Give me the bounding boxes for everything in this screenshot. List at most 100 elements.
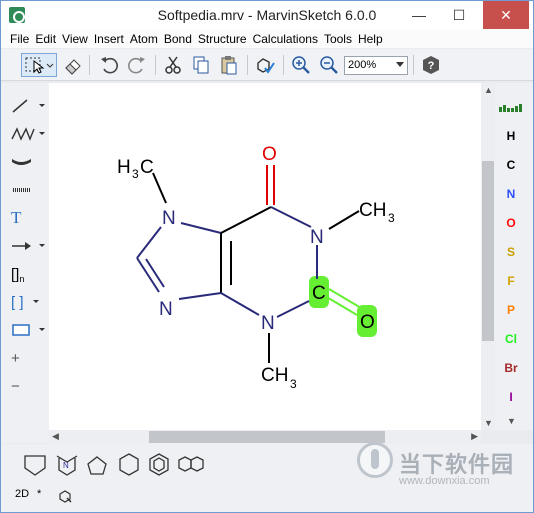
atom-i-button[interactable]: I (495, 390, 527, 404)
atom-c-button[interactable]: C (495, 158, 527, 172)
undo-icon (101, 57, 118, 74)
methyl-right-label: CH (359, 200, 386, 221)
scroll-down-icon[interactable]: ▼ (484, 418, 493, 428)
hashed-bond-tool[interactable] (11, 179, 45, 201)
eraser-icon (65, 59, 81, 75)
menu-atom[interactable]: Atom (130, 32, 158, 46)
atom-o-button[interactable]: O (495, 216, 527, 230)
wedge-bond-icon (12, 159, 31, 165)
watermark-logo (357, 442, 393, 478)
single-bond-icon (12, 99, 45, 113)
arrow-tool[interactable] (11, 235, 45, 257)
menu-view[interactable]: View (62, 32, 88, 46)
cyclopentane-icon[interactable] (87, 456, 107, 475)
help-button[interactable]: ? (419, 53, 443, 77)
menu-structure[interactable]: Structure (198, 32, 247, 46)
menu-file[interactable]: File (10, 32, 29, 46)
text-tool[interactable]: T (11, 207, 45, 229)
methyl-top-h: H (117, 157, 131, 178)
zoom-level-select[interactable]: 200% (344, 56, 408, 75)
menu-bar: File Edit View Insert Atom Bond Structur… (1, 29, 533, 48)
clean-structure-button[interactable] (253, 53, 277, 77)
chain-tool[interactable] (11, 123, 45, 145)
watermark-url: www.downxia.com (399, 475, 490, 487)
n9-label: N (159, 299, 173, 320)
copy-button[interactable] (189, 53, 213, 77)
decrease-charge-button[interactable]: − (11, 375, 45, 397)
bracket-tool[interactable]: [ ] (11, 291, 45, 313)
single-bond-tool[interactable] (11, 95, 45, 117)
drawing-canvas[interactable]: H 3 C O N N CH 3 N N C O CH 3 (49, 83, 481, 430)
vertical-scrollbar[interactable]: ▲ ▼ (481, 83, 495, 430)
o2-label: O (360, 312, 375, 333)
clean-icon (257, 58, 275, 74)
oxygen-top-label: O (262, 144, 277, 165)
atom-p-button[interactable]: P (495, 303, 527, 317)
increase-charge-button[interactable]: + (11, 347, 45, 369)
eraser-button[interactable] (61, 53, 85, 77)
status-bar: 2D * (1, 484, 533, 512)
atom-s-button[interactable]: S (495, 245, 527, 259)
redo-button[interactable] (125, 53, 149, 77)
atom-h-button[interactable]: H (495, 129, 527, 143)
horizontal-scroll-thumb[interactable] (149, 431, 385, 443)
methyl-top-c: C (140, 157, 154, 178)
cut-button[interactable] (161, 53, 185, 77)
ring-bond-tool[interactable] (11, 151, 45, 173)
zoom-out-button[interactable] (317, 53, 341, 77)
cut-icon (165, 56, 181, 74)
close-button[interactable]: ✕ (483, 1, 529, 29)
rectangle-tool[interactable] (11, 319, 45, 341)
chain-icon (11, 127, 45, 141)
chevron-down-icon (32, 300, 39, 303)
c2-label: C (312, 283, 326, 304)
vertical-scroll-thumb[interactable] (482, 161, 494, 341)
svg-text:N: N (63, 461, 69, 470)
template-shape-icon[interactable] (24, 455, 46, 476)
zoom-in-button[interactable] (289, 53, 313, 77)
paste-icon (221, 56, 237, 75)
paste-button[interactable] (217, 53, 241, 77)
menu-bond[interactable]: Bond (164, 32, 192, 46)
chevron-down-icon[interactable]: ▼ (507, 416, 516, 426)
select-icon (25, 57, 54, 74)
menu-edit[interactable]: Edit (35, 32, 56, 46)
help-icon: ? (423, 56, 439, 74)
select-tool-button[interactable] (21, 53, 57, 77)
minimize-button[interactable]: — (401, 1, 437, 29)
periodic-table-icon[interactable] (497, 99, 527, 113)
methyl-bottom-label: CH (261, 365, 288, 386)
molecule-structure: H 3 C O N N CH 3 N N C O CH 3 (117, 144, 395, 391)
menu-calculations[interactable]: Calculations (253, 32, 318, 46)
template-pyrrole-icon[interactable]: N (56, 455, 78, 476)
horizontal-scrollbar[interactable]: ◀ ▶ (49, 430, 481, 444)
benzene-icon[interactable] (149, 453, 169, 476)
hashed-bond-icon (13, 188, 31, 192)
dimension-mode[interactable]: 2D (15, 488, 29, 500)
scroll-right-icon[interactable]: ▶ (471, 431, 478, 442)
maximize-button[interactable]: ☐ (441, 1, 477, 29)
methyl-bottom-sub: 3 (290, 377, 297, 391)
scroll-left-icon[interactable]: ◀ (52, 431, 59, 442)
bracket-label: [ ] (11, 293, 24, 311)
atom-cl-button[interactable]: Cl (495, 332, 527, 346)
scroll-up-icon[interactable]: ▲ (484, 85, 493, 95)
zoom-in-icon (292, 56, 310, 74)
structure-check-icon[interactable] (57, 488, 73, 504)
bracket-n-tool[interactable]: [] n (11, 263, 45, 285)
template-toolbar: N (24, 453, 204, 476)
n1-label: N (310, 227, 324, 248)
naphthalene-icon[interactable] (178, 456, 204, 472)
title-bar: Softpedia.mrv - MarvinSketch 6.0.0 — ☐ ✕ (1, 1, 533, 29)
menu-help[interactable]: Help (358, 32, 383, 46)
menu-insert[interactable]: Insert (94, 32, 124, 46)
menu-tools[interactable]: Tools (324, 32, 352, 46)
methyl-top-sub: 3 (132, 167, 139, 181)
undo-button[interactable] (97, 53, 121, 77)
cyclohexane-icon[interactable] (119, 453, 139, 476)
atom-f-button[interactable]: F (495, 274, 527, 288)
atom-br-button[interactable]: Br (495, 361, 527, 375)
chevron-down-icon (396, 62, 404, 67)
atom-n-button[interactable]: N (495, 187, 527, 201)
copy-icon (193, 56, 209, 74)
